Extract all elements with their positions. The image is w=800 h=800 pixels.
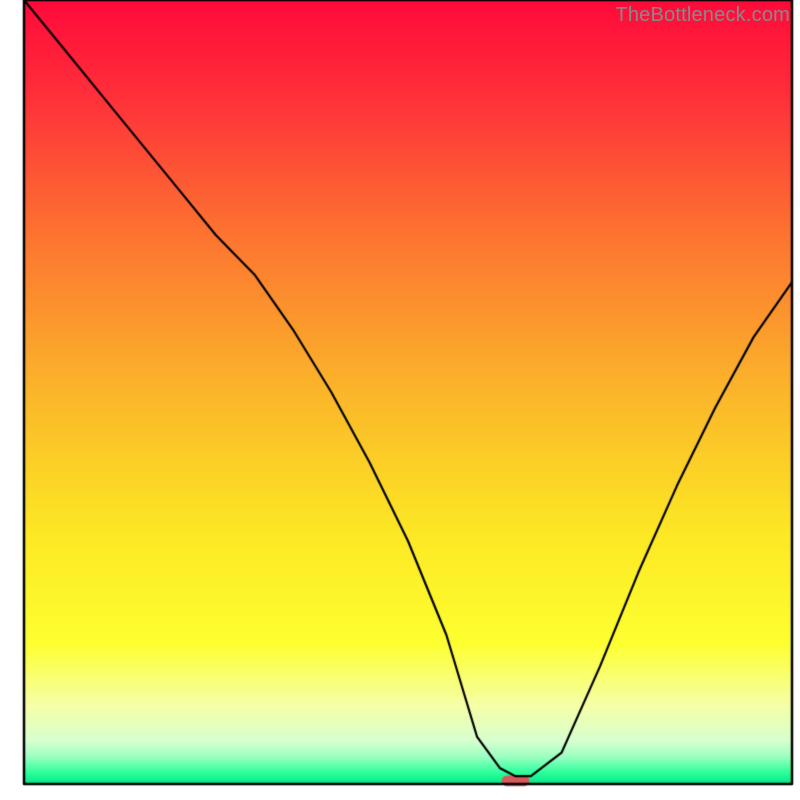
watermark-text: TheBottleneck.com	[615, 4, 790, 27]
bottleneck-chart-canvas	[0, 0, 800, 800]
chart-container: TheBottleneck.com	[0, 0, 800, 800]
